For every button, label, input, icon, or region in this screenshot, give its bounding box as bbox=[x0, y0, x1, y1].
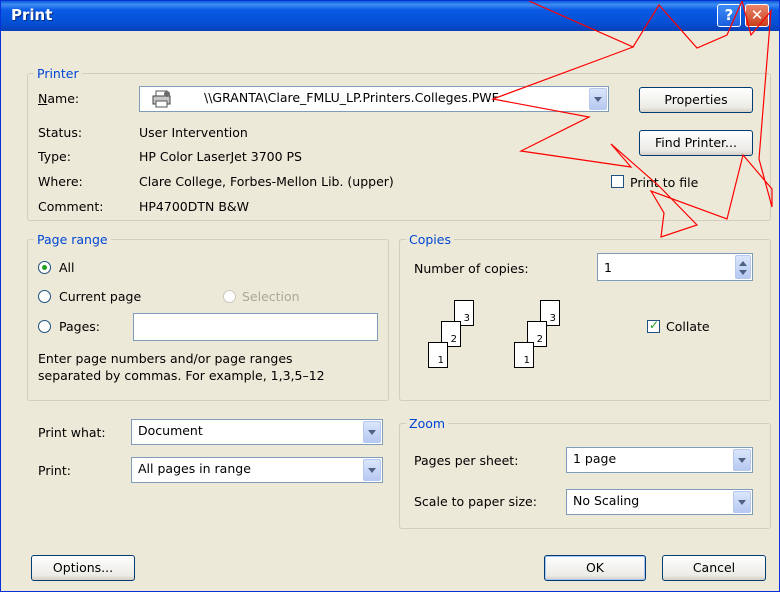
copies-spinner[interactable]: 1 bbox=[597, 253, 753, 281]
options-label: Options... bbox=[52, 560, 114, 575]
comment-label: Comment: bbox=[38, 199, 104, 214]
properties-button[interactable]: Properties bbox=[639, 87, 753, 113]
close-button[interactable]: ✕ bbox=[745, 4, 769, 27]
status-value: User Intervention bbox=[139, 125, 248, 140]
collate-label[interactable]: Collate bbox=[666, 319, 710, 334]
comment-value: HP4700DTN B&W bbox=[139, 199, 250, 214]
check-icon: ✓ bbox=[649, 318, 660, 332]
properties-label: Properties bbox=[664, 92, 728, 107]
printer-name-select[interactable]: \\GRANTA\Clare_FMLU_LP.Printers.Colleges… bbox=[139, 86, 609, 112]
chevron-down-icon[interactable] bbox=[589, 88, 607, 110]
chevron-down-icon[interactable] bbox=[363, 421, 381, 443]
copies-group-label: Copies bbox=[406, 232, 454, 247]
cancel-label: Cancel bbox=[692, 560, 736, 575]
pages-label[interactable]: Pages: bbox=[59, 319, 100, 334]
number-of-copies-label: Number of copies: bbox=[414, 261, 529, 276]
all-radio[interactable] bbox=[38, 261, 51, 274]
sheet: 1 bbox=[428, 342, 448, 368]
pages-radio[interactable] bbox=[38, 320, 51, 333]
chevron-down-icon[interactable] bbox=[363, 459, 381, 481]
page-range-group-label: Page range bbox=[34, 232, 111, 247]
collate-checkbox[interactable]: ✓ bbox=[647, 318, 660, 333]
chevron-down-icon[interactable] bbox=[733, 449, 751, 471]
print-value: All pages in range bbox=[138, 461, 251, 476]
page-range-hint-2: separated by commas. For example, 1,3,5–… bbox=[38, 368, 325, 383]
chevron-down-icon[interactable] bbox=[733, 491, 751, 513]
current-page-radio[interactable] bbox=[38, 290, 51, 303]
type-value: HP Color LaserJet 3700 PS bbox=[139, 149, 302, 164]
close-icon: ✕ bbox=[750, 6, 764, 24]
pages-per-sheet-select[interactable]: 1 page bbox=[566, 447, 753, 473]
printer-group-label: Printer bbox=[34, 66, 82, 81]
sheet: 1 bbox=[514, 342, 534, 368]
help-button[interactable]: ? bbox=[717, 4, 741, 27]
print-select[interactable]: All pages in range bbox=[131, 457, 383, 483]
pages-per-sheet-label: Pages per sheet: bbox=[414, 453, 519, 468]
printer-name-value: \\GRANTA\Clare_FMLU_LP.Printers.Colleges… bbox=[204, 90, 499, 105]
where-label: Where: bbox=[38, 174, 83, 189]
scale-to-paper-value: No Scaling bbox=[573, 493, 640, 508]
selection-radio[interactable] bbox=[223, 290, 236, 303]
spinner-arrows-icon[interactable] bbox=[735, 255, 751, 279]
find-printer-button[interactable]: Find Printer... bbox=[639, 130, 753, 156]
ok-button[interactable]: OK bbox=[544, 555, 646, 581]
find-printer-label: Find Printer... bbox=[655, 135, 737, 150]
type-label: Type: bbox=[38, 149, 71, 164]
print-to-file-label[interactable]: Print to file bbox=[630, 175, 698, 190]
print-label: Print: bbox=[38, 463, 71, 478]
print-what-select[interactable]: Document bbox=[131, 419, 383, 445]
selection-label: Selection bbox=[242, 289, 300, 304]
pages-input[interactable] bbox=[133, 313, 378, 341]
name-label: Name: bbox=[38, 91, 80, 106]
window-title: Print bbox=[11, 6, 53, 24]
all-label[interactable]: All bbox=[59, 260, 75, 275]
print-to-file-checkbox[interactable] bbox=[611, 175, 624, 188]
print-what-value: Document bbox=[138, 423, 203, 438]
options-button[interactable]: Options... bbox=[31, 555, 135, 581]
print-dialog: Print ? ✕ Printer Name: \\GRANTA\Clare_F… bbox=[0, 0, 780, 592]
cancel-button[interactable]: Cancel bbox=[662, 555, 766, 581]
zoom-group-label: Zoom bbox=[406, 416, 449, 431]
pages-per-sheet-value: 1 page bbox=[573, 451, 617, 466]
status-label: Status: bbox=[38, 125, 83, 140]
print-what-label: Print what: bbox=[38, 425, 106, 440]
current-page-label[interactable]: Current page bbox=[59, 289, 141, 304]
title-bar[interactable]: Print ? ✕ bbox=[1, 1, 779, 31]
printer-icon bbox=[152, 90, 172, 108]
copies-value: 1 bbox=[604, 260, 612, 275]
help-icon: ? bbox=[724, 6, 734, 24]
ok-label: OK bbox=[585, 560, 605, 575]
scale-to-paper-select[interactable]: No Scaling bbox=[566, 489, 753, 515]
scale-to-paper-label: Scale to paper size: bbox=[414, 494, 537, 509]
page-range-hint-1: Enter page numbers and/or page ranges bbox=[38, 351, 293, 366]
where-value: Clare College, Forbes-Mellon Lib. (upper… bbox=[139, 174, 394, 189]
